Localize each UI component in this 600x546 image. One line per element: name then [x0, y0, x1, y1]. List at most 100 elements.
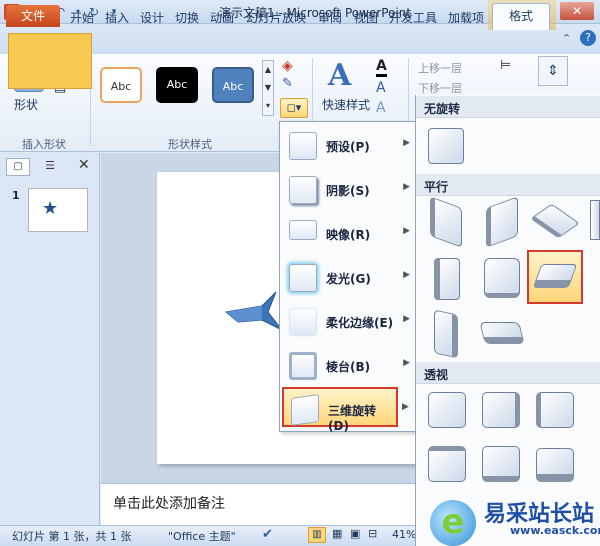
rotation-parallel-5[interactable] [478, 254, 526, 302]
bevel-thumb [289, 352, 317, 380]
insert-shape-group-label: 插入形状 [22, 138, 66, 151]
tab-review[interactable]: 审阅 [318, 9, 342, 26]
reflection-thumb [289, 220, 317, 240]
menu-item-reflection[interactable]: 映像(R) ▶ [282, 213, 414, 253]
bring-forward-button[interactable]: 上移一层 [418, 60, 462, 76]
theme-name: "Office 主题" [168, 530, 236, 543]
notes-pane[interactable]: 单击此处添加备注 [101, 483, 415, 525]
menu-item-preset[interactable]: 预设(P) ▶ [282, 125, 414, 165]
spellcheck-icon[interactable]: ✔ [262, 527, 273, 542]
menu-item-glow[interactable]: 发光(G) ▶ [282, 257, 414, 297]
rotation-parallel-7[interactable] [424, 309, 472, 359]
size-icon[interactable]: ⇕ [538, 56, 568, 86]
rotation-perspective-2[interactable] [478, 388, 526, 436]
soft-edges-thumb [289, 308, 317, 336]
rotation-perspective-6[interactable] [532, 442, 580, 490]
menu-item-label: 映像(R) [326, 228, 371, 242]
reading-view-icon[interactable]: ▣ [350, 527, 360, 540]
tab-format[interactable]: 格式 [492, 3, 550, 30]
shadow-thumb [289, 176, 317, 204]
tab-slideshow[interactable]: 幻灯片放映 [246, 9, 306, 26]
rotation-parallel-6-selected[interactable] [527, 250, 583, 304]
slide-info: 幻灯片 第 1 张，共 1 张 [12, 530, 132, 543]
star-shape-3d[interactable] [224, 290, 284, 338]
tab-developer[interactable]: 开发工具 [389, 9, 437, 26]
slide-number: 1 [12, 189, 20, 202]
send-backward-button[interactable]: 下移一层 [418, 80, 462, 96]
menu-item-3d-rotation[interactable]: 三维旋转(D) [282, 387, 398, 433]
rotation-preview [482, 446, 520, 482]
text-fill-icon[interactable]: A [376, 58, 387, 77]
tab-file[interactable]: 文件 [6, 5, 60, 27]
rotation-partial-preview[interactable] [590, 200, 600, 240]
rotation-preview [434, 309, 458, 359]
site-logo: e [430, 500, 476, 546]
rotation-preview [479, 322, 525, 344]
menu-item-label: 预设(P) [326, 140, 370, 154]
style-sample-blue[interactable]: Abc [212, 67, 254, 103]
slides-tab[interactable]: ▢ [6, 158, 30, 176]
rotation-parallel-3[interactable] [530, 198, 580, 246]
shapes-button[interactable]: 形状 [14, 96, 38, 113]
rotation-preview [428, 446, 466, 482]
menu-item-soft-edges[interactable]: 柔化边缘(E) ▶ [282, 301, 414, 341]
tab-home[interactable]: 开始 [70, 9, 94, 26]
close-button[interactable]: ✕ [560, 2, 594, 20]
tab-transitions[interactable]: 切换 [175, 9, 199, 26]
help-icon[interactable]: ? [580, 30, 596, 46]
zoom-level[interactable]: 41% [392, 528, 416, 541]
3d-rotation-thumb [291, 394, 319, 426]
rotation-preview [532, 264, 578, 288]
submenu-arrow-icon: ▶ [403, 358, 410, 368]
outline-tab[interactable]: ☰ [38, 158, 62, 176]
tab-animations[interactable]: 动画 [210, 9, 234, 26]
shape-styles-group-label: 形状样式 [168, 138, 212, 151]
normal-view-icon[interactable]: ▥ [308, 527, 326, 543]
rotation-preview [428, 392, 466, 428]
rotation-perspective-5[interactable] [478, 442, 526, 490]
rotation-perspective-3[interactable] [532, 388, 580, 436]
submenu-arrow-icon: ▶ [403, 182, 410, 192]
shape-fill-icon[interactable]: ◈ [282, 58, 293, 74]
gallery-heading-parallel: 平行 [416, 174, 600, 196]
menu-item-bevel[interactable]: 棱台(B) ▶ [282, 345, 414, 385]
menu-item-label: 阴影(S) [326, 184, 370, 198]
close-panel-icon[interactable]: ✕ [78, 157, 90, 173]
submenu-arrow-icon: ▶ [403, 226, 410, 236]
rotation-none[interactable] [424, 124, 472, 172]
slide-sorter-icon[interactable]: ▦ [332, 527, 342, 540]
star-icon: ★ [42, 198, 59, 219]
slideshow-icon[interactable]: ⊟ [368, 527, 377, 540]
text-outline-icon[interactable]: A [376, 80, 386, 96]
text-effects-icon[interactable]: A [376, 100, 386, 116]
tab-view[interactable]: 视图 [354, 9, 378, 26]
style-sample-outline[interactable]: Abc [100, 67, 142, 103]
rotation-perspective-1[interactable] [424, 388, 472, 436]
align-icon[interactable]: ⊨ [500, 58, 511, 73]
shape-effects-button[interactable]: ◻▾ [280, 98, 308, 118]
tab-insert[interactable]: 插入 [105, 9, 129, 26]
wordart-icon[interactable]: A [328, 58, 351, 93]
submenu-arrow-icon: ▶ [403, 270, 410, 280]
rotation-preview [484, 258, 520, 298]
quick-styles-button[interactable]: 快速样式 [322, 96, 370, 113]
rotation-parallel-2[interactable] [478, 196, 526, 248]
rotation-perspective-4[interactable] [424, 442, 472, 490]
rotation-preview [430, 196, 462, 248]
rotation-parallel-1[interactable] [424, 196, 472, 248]
rotation-preview [428, 128, 464, 164]
style-gallery-scroll[interactable]: ▲ ▼ ▾ [262, 60, 274, 116]
slide-thumbnail-selected[interactable] [8, 33, 92, 89]
menu-item-label: 发光(G) [326, 272, 371, 286]
tab-design[interactable]: 设计 [140, 9, 164, 26]
rotation-preview [482, 392, 520, 428]
rotation-parallel-4[interactable] [424, 254, 472, 302]
submenu-arrow-icon: ▶ [403, 138, 410, 148]
style-sample-dark[interactable]: Abc [156, 67, 198, 103]
shape-outline-icon[interactable]: ✎ [282, 76, 293, 91]
preset-thumb [289, 132, 317, 160]
menu-item-shadow[interactable]: 阴影(S) ▶ [282, 169, 414, 209]
minimize-ribbon-icon[interactable]: ⌃ [562, 32, 571, 45]
rotation-parallel-8[interactable] [478, 310, 526, 358]
tab-addins[interactable]: 加载项 [448, 9, 484, 26]
